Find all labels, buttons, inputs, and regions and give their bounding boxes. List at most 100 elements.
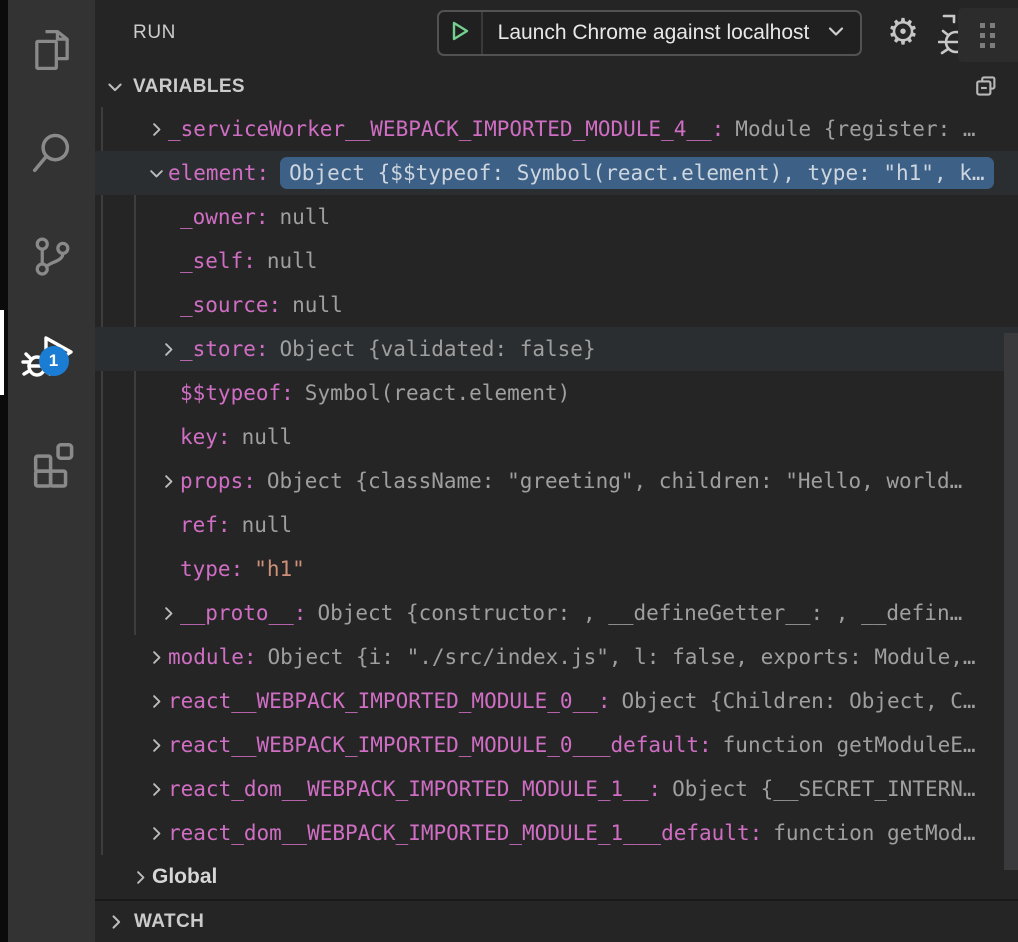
sidebar-item-run-debug[interactable]: 1: [8, 309, 95, 409]
chevron-right-icon[interactable]: [144, 733, 168, 757]
active-view-indicator: [0, 310, 4, 395]
editor-edge: [0, 0, 8, 942]
chevron-right-icon[interactable]: [144, 645, 168, 669]
variable-value: Symbol(react.element): [305, 381, 571, 405]
chevron-right-icon[interactable]: [156, 469, 180, 493]
variable-name: react__WEBPACK_IMPORTED_MODULE_0___defau…: [168, 733, 712, 757]
scope-name: Global: [152, 865, 217, 889]
search-icon: [26, 127, 78, 179]
chevron-right-icon[interactable]: [156, 337, 180, 361]
variable-value: null: [242, 425, 293, 449]
launch-config-name: Launch Chrome against localhost: [483, 21, 824, 45]
debug-toolbar-fragment[interactable]: [958, 8, 1018, 62]
panel-title: RUN: [133, 22, 176, 44]
variable-value: "h1": [254, 557, 305, 581]
sidebar-item-explorer[interactable]: [8, 0, 95, 100]
variables-section-header[interactable]: VARIABLES: [95, 66, 1018, 107]
variable-row[interactable]: _serviceWorker__WEBPACK_IMPORTED_MODULE_…: [95, 107, 1018, 151]
variable-name: module:: [168, 645, 257, 669]
variable-name: _source:: [180, 293, 281, 317]
variable-row[interactable]: type: "h1": [95, 547, 1018, 591]
variable-row[interactable]: _source: null: [95, 283, 1018, 327]
scope-row[interactable]: Global: [95, 855, 1018, 899]
scrollbar[interactable]: [1004, 333, 1018, 870]
variable-value: null: [292, 293, 343, 317]
variable-row[interactable]: __proto__: Object {constructor: , __defin…: [95, 591, 1018, 635]
play-icon: [449, 19, 471, 48]
variable-row[interactable]: react__WEBPACK_IMPORTED_MODULE_0___defau…: [95, 723, 1018, 767]
chevron-right-icon[interactable]: [144, 117, 168, 141]
debug-badge: 1: [39, 346, 69, 376]
launch-config-dropdown[interactable]: Launch Chrome against localhost: [437, 10, 862, 56]
variable-row[interactable]: key: null: [95, 415, 1018, 459]
collapse-all-icon[interactable]: [970, 71, 1002, 103]
variable-row[interactable]: ref: null: [95, 503, 1018, 547]
variable-name: key:: [180, 425, 231, 449]
twistie-spacer: [156, 205, 180, 229]
twistie-spacer: [156, 293, 180, 317]
sidebar-item-extensions[interactable]: [8, 412, 95, 512]
partial-debug-icon: [938, 10, 960, 58]
files-icon: [26, 24, 78, 76]
variable-value: Module {register: …: [735, 117, 975, 141]
variable-row[interactable]: props: Object {className: "greeting", chi…: [95, 459, 1018, 503]
chevron-down-icon[interactable]: [144, 161, 168, 185]
variable-row[interactable]: _owner: null: [95, 195, 1018, 239]
variable-row[interactable]: module: Object {i: "./src/index.js", l: f…: [95, 635, 1018, 679]
variable-value: null: [267, 249, 318, 273]
variable-row[interactable]: react_dom__WEBPACK_IMPORTED_MODULE_1___d…: [95, 811, 1018, 855]
variable-name: type:: [180, 557, 243, 581]
variable-value: Object {i: "./src/index.js", l: false, e…: [268, 645, 976, 669]
variable-name: element:: [168, 161, 269, 185]
variable-name: _serviceWorker__WEBPACK_IMPORTED_MODULE_…: [168, 117, 724, 141]
variable-value: Object {__SECRET_INTERN…: [672, 777, 975, 801]
run-debug-icon: 1: [21, 328, 83, 390]
panel-title-bar: RUN Launch Chrome against localhost ⚙: [95, 0, 1018, 66]
watch-section-header[interactable]: WATCH: [95, 899, 1018, 942]
variable-value: Object {constructor: , __defineGetter__:…: [317, 601, 962, 625]
chevron-down-icon[interactable]: [103, 75, 127, 99]
variables-section-title: VARIABLES: [133, 76, 245, 98]
variable-name: _store:: [180, 337, 269, 361]
variable-value: function getMod…: [773, 821, 975, 845]
variable-value: Object {Children: Object, C…: [622, 689, 976, 713]
variable-row[interactable]: $$typeof:Symbol(react.element): [95, 371, 1018, 415]
variable-value: Object {validated: false}: [280, 337, 596, 361]
start-debugging-button[interactable]: [439, 12, 483, 54]
variable-value: null: [242, 513, 293, 537]
variable-row[interactable]: _store: Object {validated: false}: [95, 327, 1018, 371]
activity-bar: 1: [0, 0, 95, 942]
extensions-icon: [24, 434, 80, 490]
chevron-right-icon[interactable]: [156, 601, 180, 625]
variable-name: react_dom__WEBPACK_IMPORTED_MODULE_1__:: [168, 777, 661, 801]
sidebar-item-source-control[interactable]: [8, 206, 95, 306]
twistie-spacer: [156, 425, 180, 449]
source-control-icon: [26, 230, 78, 282]
twistie-spacer: [156, 381, 180, 405]
variable-value: Object {className: "greeting", children:…: [267, 469, 962, 493]
chevron-right-icon[interactable]: [144, 689, 168, 713]
variable-name: ref:: [180, 513, 231, 537]
variable-row[interactable]: _self: null: [95, 239, 1018, 283]
variable-name: react_dom__WEBPACK_IMPORTED_MODULE_1___d…: [168, 821, 762, 845]
gear-icon[interactable]: ⚙: [881, 8, 925, 56]
variable-row[interactable]: react_dom__WEBPACK_IMPORTED_MODULE_1__: O…: [95, 767, 1018, 811]
variable-row[interactable]: element: Object {$$typeof: Symbol(react.e…: [95, 151, 1018, 195]
run-debug-panel: RUN Launch Chrome against localhost ⚙: [95, 0, 1018, 942]
twistie-spacer: [156, 249, 180, 273]
chevron-right-icon[interactable]: [144, 821, 168, 845]
variable-name: __proto__:: [180, 601, 306, 625]
variable-name: _self:: [180, 249, 256, 273]
chevron-right-icon[interactable]: [144, 777, 168, 801]
watch-section-title: WATCH: [134, 911, 204, 933]
variable-value: null: [280, 205, 331, 229]
variable-value: Object {$$typeof: Symbol(react.element),…: [280, 157, 993, 189]
gripper-dots-icon[interactable]: [980, 23, 995, 48]
variable-row[interactable]: react__WEBPACK_IMPORTED_MODULE_0__:Objec…: [95, 679, 1018, 723]
chevron-right-icon[interactable]: [104, 912, 128, 932]
variable-name: props:: [180, 469, 256, 493]
chevron-right-icon[interactable]: [128, 865, 152, 889]
sidebar-item-search[interactable]: [8, 103, 95, 203]
variables-list: _serviceWorker__WEBPACK_IMPORTED_MODULE_…: [95, 107, 1018, 899]
variable-name: _owner:: [180, 205, 269, 229]
